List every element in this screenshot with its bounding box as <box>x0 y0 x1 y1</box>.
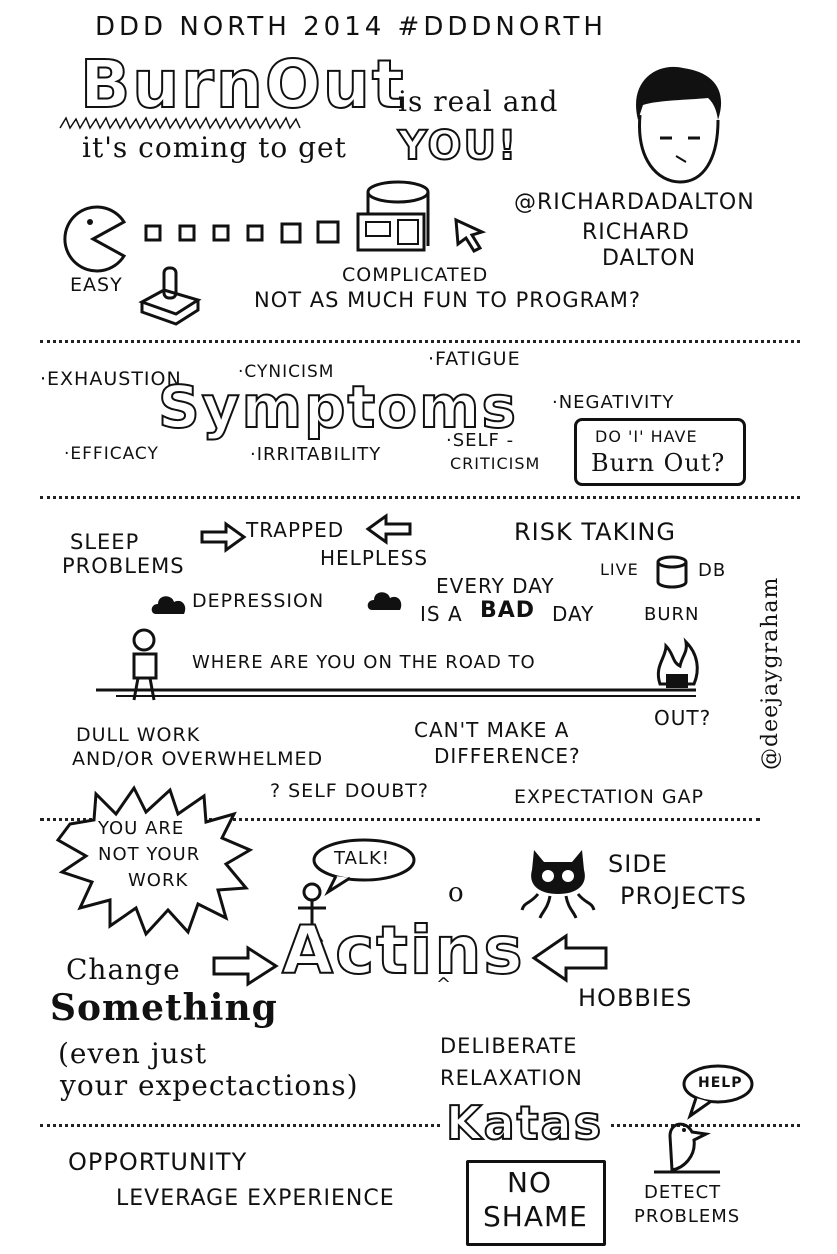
symptom-negativity: ·NEGATIVITY <box>552 392 675 413</box>
expectation-gap-label: EXPECTATION GAP <box>514 786 704 808</box>
arrow-icon <box>200 521 247 553</box>
octocat-icon <box>520 850 596 919</box>
title-line2: it's coming to get <box>82 131 347 164</box>
intro-question: NOT AS MUCH FUN TO PROGRAM? <box>254 288 642 312</box>
opportunity-label: OPPORTUNITY <box>68 1148 248 1176</box>
burst-line2: NOT YOUR <box>98 844 201 865</box>
cant-line2: DIFFERENCE? <box>434 744 581 768</box>
arrow-icon <box>531 933 608 983</box>
burnout-question-box: DO 'I' HAVE Burn Out? <box>574 418 746 486</box>
box-line2: Burn Out? <box>591 449 726 477</box>
arrow-icon <box>212 945 279 987</box>
trapped-label: TRAPPED <box>246 518 345 542</box>
sleep-line2: PROBLEMS <box>62 554 185 578</box>
detect-line1: DETECT <box>644 1182 722 1203</box>
artist-credit: @deejaygraham <box>758 576 783 770</box>
side-line1: SIDE <box>608 850 668 878</box>
progress-squares <box>144 220 340 244</box>
hobbies-label: HOBBIES <box>578 984 693 1012</box>
symptom-irritability: ·IRRITABILITY <box>250 444 382 465</box>
divider <box>40 340 800 343</box>
pacman-icon <box>63 205 127 273</box>
live-label: LIVE <box>600 560 639 579</box>
talk-label: TALK! <box>334 848 390 869</box>
risk-taking-label: RISK TAKING <box>514 518 676 546</box>
speaker-first-name: RICHARD <box>582 220 690 245</box>
easy-label: EASY <box>70 274 123 296</box>
relaxation-label: RELAXATION <box>440 1066 583 1090</box>
fire-icon <box>656 637 699 688</box>
divider <box>40 496 800 499</box>
road-caption: WHERE ARE YOU ON THE ROAD TO <box>192 652 536 673</box>
leverage-label: LEVERAGE EXPERIENCE <box>116 1186 395 1211</box>
deliberate-label: DELIBERATE <box>440 1034 578 1058</box>
no-label: NO <box>507 1166 552 1199</box>
everyday-line1: EVERY DAY <box>436 574 555 598</box>
cloud-icon <box>367 592 402 610</box>
speaker-last-name: DALTON <box>602 246 697 271</box>
sleep-line1: SLEEP <box>70 530 140 554</box>
caret-mark: ^ <box>436 974 453 995</box>
actions-heading: Actins <box>281 912 525 989</box>
face-icon <box>636 66 722 184</box>
title-rest: is real and <box>398 85 559 118</box>
db-label: DB <box>698 560 727 581</box>
dull-line1: DULL WORK <box>76 724 201 746</box>
depression-label: DEPRESSION <box>192 590 325 612</box>
something-label: Something <box>50 987 278 1029</box>
katas-heading: Katas <box>440 1099 610 1147</box>
burst-line1: YOU ARE <box>98 818 185 839</box>
symptom-criticism: CRITICISM <box>450 454 541 473</box>
detect-line2: PROBLEMS <box>634 1206 741 1227</box>
complicated-label: COMPLICATED <box>342 264 489 286</box>
even-line2: your expectactions) <box>60 1069 359 1102</box>
bird-icon <box>654 1122 720 1174</box>
cloud-icon <box>151 596 186 614</box>
box-line1: DO 'I' HAVE <box>595 427 698 446</box>
joystick-icon <box>138 266 202 326</box>
shame-label: SHAME <box>483 1200 588 1233</box>
symptom-efficacy: ·EFFICACY <box>64 444 159 464</box>
server-icon <box>356 180 430 252</box>
road-line <box>96 688 696 697</box>
speaker-handle: @RICHARDADALTON <box>514 190 755 215</box>
everyday-b: DAY <box>552 602 595 626</box>
burst-line3: WORK <box>128 870 189 891</box>
symptoms-heading: Symptoms <box>157 373 519 441</box>
database-icon <box>656 555 688 589</box>
everyday-a: IS A <box>420 602 463 626</box>
help-label: HELP <box>698 1075 743 1091</box>
symptom-fatigue: ·FATIGUE <box>428 348 521 370</box>
dull-line2: AND/OR OVERWHELMED <box>72 748 324 770</box>
side-line2: PROJECTS <box>620 882 747 910</box>
title-you: YOU! <box>397 123 519 169</box>
symptom-self: ·SELF - <box>446 430 515 451</box>
self-doubt-label: ? SELF DOUBT? <box>270 780 429 802</box>
cant-line1: CAN'T MAKE A <box>414 718 570 742</box>
burn-label: BURN <box>644 604 700 625</box>
arrow-icon <box>365 513 412 545</box>
no-shame-box: NO SHAME <box>466 1160 606 1246</box>
change-label: Change <box>66 953 181 986</box>
helpless-label: HELPLESS <box>320 546 429 570</box>
insert-o: o <box>448 878 465 908</box>
everyday-bad: BAD <box>480 598 536 623</box>
out-label: OUT? <box>654 706 712 730</box>
even-line1: (even just <box>58 1037 208 1070</box>
cursor-icon <box>454 217 487 253</box>
